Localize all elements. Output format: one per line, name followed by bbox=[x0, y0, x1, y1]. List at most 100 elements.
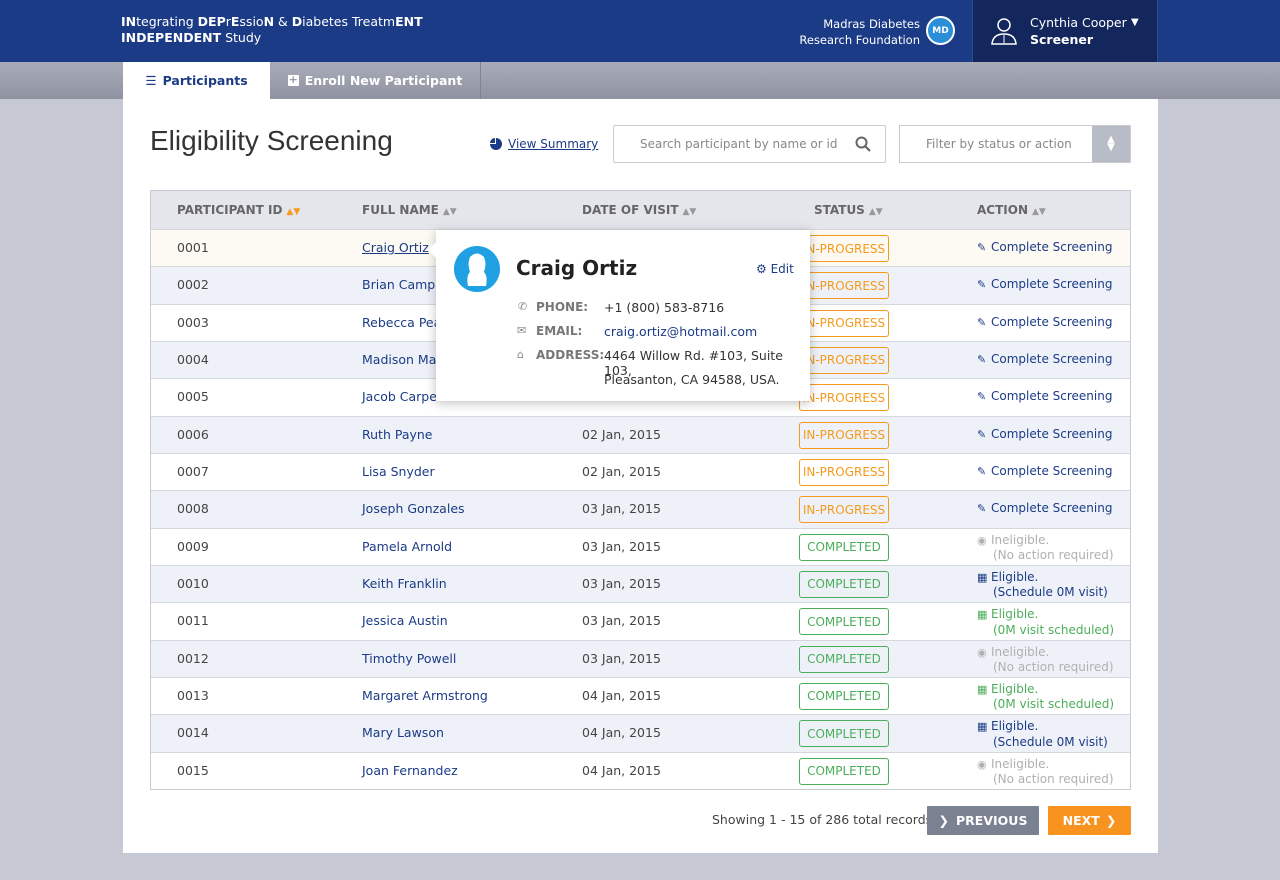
status-badge: COMPLETED bbox=[799, 608, 889, 636]
column-label: DATE OF VISIT bbox=[582, 203, 679, 217]
search-input[interactable]: Search participant by name or id bbox=[613, 125, 886, 163]
participant-id: 0011 bbox=[177, 613, 209, 629]
participant-name-link[interactable]: Brian Campb bbox=[362, 277, 443, 292]
action-link[interactable]: ✎ Complete Screening bbox=[977, 427, 1112, 443]
tab-bar: ☰ Participants + Enroll New Participant bbox=[0, 62, 1280, 99]
participant-id: 0015 bbox=[177, 762, 209, 778]
status-badge: IN-PROGRESS bbox=[799, 235, 889, 262]
study-title-fragment: IN bbox=[121, 14, 137, 29]
org-line2: Research Foundation bbox=[799, 33, 920, 47]
participant-popover: Craig Ortiz ⚙ Edit ✆ PHONE: +1 (800) 583… bbox=[428, 230, 810, 401]
sort-arrows-icon[interactable]: ▲ ▼ bbox=[1092, 126, 1130, 162]
action-link[interactable]: ✎ Complete Screening bbox=[977, 464, 1112, 480]
gear-icon: ⚙ bbox=[756, 262, 767, 276]
table-row: 0014 Mary Lawson 04 Jan, 2015 COMPLETED ▦ Eli… bbox=[151, 714, 1130, 752]
table-row: 0009 Pamela Arnold 03 Jan, 2015 COMPLETED ◉ I… bbox=[151, 527, 1130, 565]
column-label: ACTION bbox=[977, 203, 1028, 217]
participant-name-link[interactable]: Jacob Carper bbox=[362, 389, 442, 404]
sort-icon: ▲▼ bbox=[286, 207, 301, 217]
participant-name-link[interactable]: Mary Lawson bbox=[362, 725, 444, 740]
chevron-right-icon: ❯ bbox=[938, 813, 950, 828]
action-link[interactable]: ✎ Complete Screening bbox=[977, 277, 1112, 293]
user-menu[interactable]: Cynthia Cooper Screener ▼ bbox=[972, 0, 1158, 62]
pencil-icon: ✎ bbox=[977, 278, 987, 292]
participant-name-link[interactable]: Madison Ma bbox=[362, 352, 436, 367]
edit-button[interactable]: ⚙ Edit bbox=[756, 262, 794, 276]
action-sublabel: (Schedule 0M visit) bbox=[993, 734, 1108, 749]
action-link[interactable]: ✎ Complete Screening bbox=[977, 389, 1112, 405]
action-label: Ineligible. bbox=[991, 756, 1050, 771]
column-label: FULL NAME bbox=[362, 203, 439, 217]
participant-id: 0001 bbox=[177, 240, 209, 255]
tab-participants[interactable]: ☰ Participants bbox=[123, 62, 270, 99]
column-full-name[interactable]: FULL NAME ▲▼ bbox=[362, 203, 457, 217]
participant-name-link[interactable]: Jessica Austin bbox=[362, 613, 448, 628]
action-label: Complete Screening bbox=[991, 314, 1113, 329]
tab-enroll-new-participant[interactable]: + Enroll New Participant bbox=[270, 62, 481, 99]
participant-name-link[interactable]: Joseph Gonzales bbox=[362, 501, 465, 516]
chevron-right-icon: ❯ bbox=[1105, 813, 1117, 828]
study-title-fragment: & bbox=[274, 14, 292, 29]
participant-name-link[interactable]: Rebecca Pea bbox=[362, 315, 441, 330]
action-link[interactable]: ▦ Eligible. (Schedule 0M visit) bbox=[977, 719, 1108, 749]
calendar-icon: ▦ bbox=[977, 720, 988, 734]
status-badge: COMPLETED bbox=[799, 757, 889, 785]
study-title-fragment: iabetes Treatm bbox=[302, 14, 396, 29]
visit-date: 02 Jan, 2015 bbox=[582, 426, 661, 442]
participant-id: 0005 bbox=[177, 389, 209, 405]
previous-label: PREVIOUS bbox=[956, 813, 1028, 828]
column-status[interactable]: STATUS ▲▼ bbox=[814, 203, 883, 217]
participant-id: 0010 bbox=[177, 575, 209, 591]
address-line2: Pleasanton, CA 94588, USA. bbox=[604, 372, 780, 387]
email-link[interactable]: craig.ortiz@hotmail.com bbox=[604, 324, 757, 339]
action-link[interactable]: ✎ Complete Screening bbox=[977, 240, 1112, 256]
participant-name-link[interactable]: Margaret Armstrong bbox=[362, 688, 488, 703]
action-link[interactable]: ✎ Complete Screening bbox=[977, 352, 1112, 368]
action-link[interactable]: ▦ Eligible. (0M visit scheduled) bbox=[977, 682, 1114, 712]
participant-name-link[interactable]: Timothy Powell bbox=[362, 651, 456, 666]
status-badge: IN-PROGRESS bbox=[799, 346, 889, 374]
status-filter-select[interactable]: Filter by status or action ▲ ▼ bbox=[899, 125, 1131, 163]
search-icon[interactable] bbox=[855, 136, 871, 152]
participant-name-link[interactable]: Craig Ortiz bbox=[362, 240, 429, 255]
action-link[interactable]: ▦ Eligible. (0M visit scheduled) bbox=[977, 607, 1114, 637]
participant-id: 0014 bbox=[177, 725, 209, 741]
visit-date: 03 Jan, 2015 bbox=[582, 501, 661, 517]
status-badge: COMPLETED bbox=[799, 533, 889, 561]
status-badge: COMPLETED bbox=[799, 720, 889, 748]
action-link[interactable]: ▦ Eligible. (Schedule 0M visit) bbox=[977, 570, 1108, 600]
sort-icon: ▲▼ bbox=[442, 207, 457, 217]
study-title-fragment: N bbox=[263, 14, 275, 29]
participant-name-link[interactable]: Ruth Payne bbox=[362, 427, 433, 442]
caret-down-icon[interactable]: ▼ bbox=[1131, 17, 1139, 28]
next-button[interactable]: NEXT ❯ bbox=[1048, 806, 1131, 835]
column-participant-id[interactable]: PARTICIPANT ID ▲▼ bbox=[177, 203, 300, 217]
action-sublabel: (0M visit scheduled) bbox=[993, 697, 1115, 712]
participant-name-link[interactable]: Keith Franklin bbox=[362, 576, 447, 591]
page-title: Eligibility Screening bbox=[150, 125, 393, 156]
view-summary-link[interactable]: View Summary bbox=[490, 137, 598, 151]
eye-slash-icon: ◉ bbox=[977, 757, 987, 771]
next-label: NEXT bbox=[1062, 813, 1100, 828]
action-link[interactable]: ✎ Complete Screening bbox=[977, 315, 1112, 331]
participant-name-link[interactable]: Pamela Arnold bbox=[362, 539, 452, 554]
visit-date: 04 Jan, 2015 bbox=[582, 687, 661, 703]
pencil-icon: ✎ bbox=[977, 241, 987, 254]
plus-square-icon: + bbox=[287, 73, 299, 86]
column-date-of-visit[interactable]: DATE OF VISIT ▲▼ bbox=[582, 203, 696, 217]
table-row: 0015 Joan Fernandez 04 Jan, 2015 COMPLETED ◉… bbox=[151, 751, 1130, 789]
action-sublabel: (No action required) bbox=[993, 660, 1114, 675]
pie-chart-icon bbox=[490, 138, 502, 150]
action-sublabel: (No action required) bbox=[993, 772, 1114, 787]
previous-button[interactable]: ❯ PREVIOUS bbox=[927, 806, 1039, 835]
participant-name-link[interactable]: Lisa Snyder bbox=[362, 464, 435, 479]
column-action[interactable]: ACTION ▲▼ bbox=[977, 203, 1046, 217]
user-role: Screener bbox=[1030, 32, 1094, 47]
calendar-icon: ▦ bbox=[977, 570, 988, 584]
action-label: Eligible. bbox=[991, 607, 1039, 622]
action-link[interactable]: ✎ Complete Screening bbox=[977, 501, 1112, 517]
participant-name-link[interactable]: Joan Fernandez bbox=[362, 763, 458, 778]
status-badge: IN-PROGRESS bbox=[799, 272, 889, 300]
visit-date: 03 Jan, 2015 bbox=[582, 650, 661, 666]
study-title: INtegrating DEPrEssioN & Diabetes Treatm… bbox=[121, 14, 423, 46]
